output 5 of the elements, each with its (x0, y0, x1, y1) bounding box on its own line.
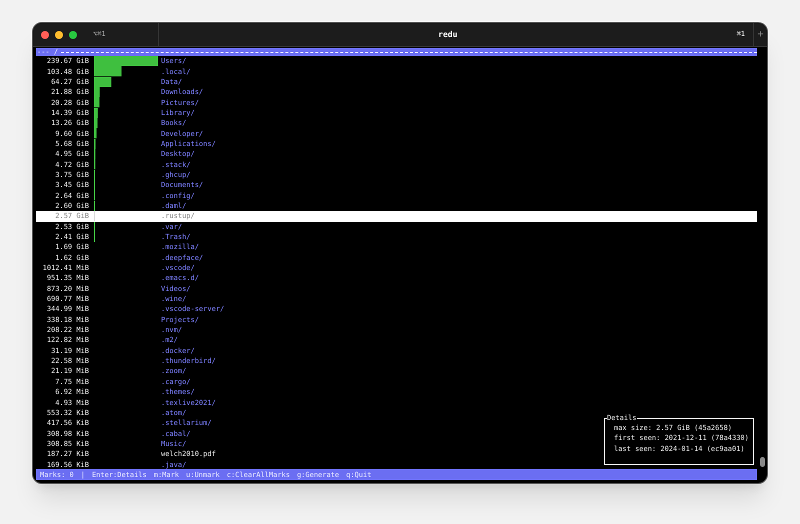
window-title: redu (437, 28, 458, 40)
close-icon[interactable] (41, 30, 49, 38)
zoom-icon[interactable] (69, 30, 77, 38)
new-tab-button[interactable]: + (753, 23, 767, 46)
minimize-icon[interactable] (55, 30, 63, 38)
